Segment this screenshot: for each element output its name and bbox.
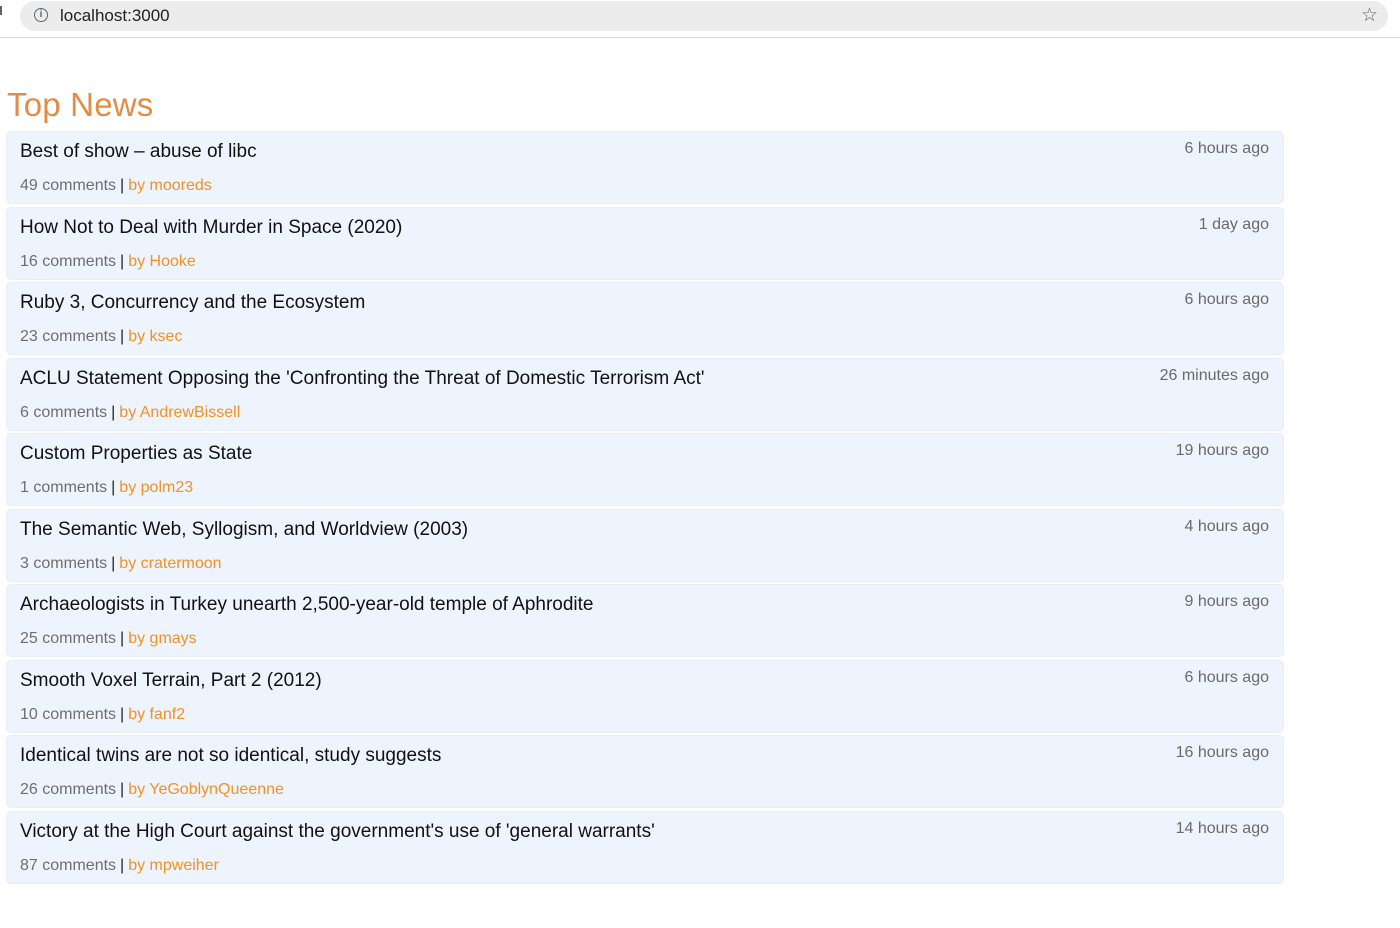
meta-separator: | [120,177,125,194]
author-link[interactable]: by YeGoblynQueenne [128,781,284,798]
story-meta: 49 comments | by mooreds [20,177,212,195]
news-item: How Not to Deal with Murder in Space (20… [7,207,1283,279]
story-meta: 26 comments | by YeGoblynQueenne [20,781,284,799]
story-meta: 3 comments | by cratermoon [20,555,222,573]
meta-separator: | [111,403,116,421]
meta-separator: | [120,252,125,270]
story-time: 16 hours ago [1175,744,1269,761]
meta-separator: | [120,781,125,798]
story-time: 14 hours ago [1175,819,1269,837]
comments-link[interactable]: 10 comments [20,706,116,723]
story-title-link[interactable]: Victory at the High Court against the go… [20,821,655,843]
page-title: Top News [7,86,154,123]
author-link[interactable]: by polm23 [119,479,193,496]
comments-link[interactable]: 25 comments [20,630,116,647]
meta-separator: | [111,554,116,572]
comments-link[interactable]: 1 comments [20,479,107,496]
news-list: Best of show – abuse of libc 6 hours ago… [7,132,1283,887]
author-link[interactable]: by fanf2 [128,706,185,723]
news-item: The Semantic Web, Syllogism, and Worldvi… [7,509,1283,581]
window-edge-marker [0,6,2,15]
story-time: 6 hours ago [1184,291,1269,308]
news-item: Identical twins are not so identical, st… [7,736,1283,807]
comments-link[interactable]: 16 comments [20,253,116,270]
story-title-link[interactable]: Best of show – abuse of libc [20,141,257,163]
author-link[interactable]: by AndrewBissell [119,404,240,421]
story-title-link[interactable]: Ruby 3, Concurrency and the Ecosystem [20,292,365,314]
story-time: 26 minutes ago [1159,366,1269,384]
comments-link[interactable]: 6 comments [20,404,107,421]
info-icon[interactable]: i [34,8,48,22]
story-title-link[interactable]: How Not to Deal with Murder in Space (20… [20,217,402,239]
story-title-link[interactable]: Custom Properties as State [20,443,252,465]
story-title-link[interactable]: Identical twins are not so identical, st… [20,745,441,767]
news-item: Victory at the High Court against the go… [7,811,1283,883]
author-link[interactable]: by gmays [128,630,196,647]
story-time: 4 hours ago [1184,517,1269,535]
story-title-link[interactable]: ACLU Statement Opposing the 'Confronting… [20,368,705,390]
story-title-link[interactable]: Archaeologists in Turkey unearth 2,500-y… [20,594,594,616]
url-text[interactable]: localhost:3000 [60,6,170,26]
story-time: 6 hours ago [1184,140,1269,157]
comments-link[interactable]: 49 comments [20,177,116,194]
meta-separator: | [120,630,125,647]
story-meta: 1 comments | by polm23 [20,479,193,497]
story-time: 1 day ago [1198,215,1269,233]
story-meta: 25 comments | by gmays [20,630,197,648]
comments-link[interactable]: 23 comments [20,328,116,345]
author-link[interactable]: by mpweiher [128,857,219,874]
story-meta: 10 comments | by fanf2 [20,706,185,724]
meta-separator: | [111,479,116,496]
comments-link[interactable]: 26 comments [20,781,116,798]
author-link[interactable]: by cratermoon [119,555,221,572]
story-time: 19 hours ago [1175,442,1269,459]
news-item: ACLU Statement Opposing the 'Confronting… [7,358,1283,430]
star-icon[interactable]: ☆ [1361,4,1378,27]
comments-link[interactable]: 3 comments [20,555,107,572]
meta-separator: | [120,328,125,345]
news-item: Best of show – abuse of libc 6 hours ago… [7,132,1283,203]
news-item: Custom Properties as State 19 hours ago … [7,434,1283,505]
author-link[interactable]: by ksec [128,328,182,345]
story-meta: 23 comments | by ksec [20,328,182,346]
story-meta: 16 comments | by Hooke [20,253,196,271]
story-title-link[interactable]: Smooth Voxel Terrain, Part 2 (2012) [20,670,322,692]
author-link[interactable]: by mooreds [128,177,212,194]
news-item: Ruby 3, Concurrency and the Ecosystem 6 … [7,283,1283,354]
story-time: 6 hours ago [1184,668,1269,686]
story-meta: 87 comments | by mpweiher [20,857,219,875]
comments-link[interactable]: 87 comments [20,857,116,874]
news-item: Archaeologists in Turkey unearth 2,500-y… [7,585,1283,656]
story-meta: 6 comments | by AndrewBissell [20,404,240,422]
news-item: Smooth Voxel Terrain, Part 2 (2012) 6 ho… [7,660,1283,732]
story-time: 9 hours ago [1184,593,1269,610]
story-title-link[interactable]: The Semantic Web, Syllogism, and Worldvi… [20,519,468,541]
address-bar[interactable]: i localhost:3000 ☆ [20,1,1388,31]
author-link[interactable]: by Hooke [128,253,196,270]
browser-toolbar: i localhost:3000 ☆ [0,0,1400,38]
meta-separator: | [120,705,125,723]
meta-separator: | [120,856,125,874]
